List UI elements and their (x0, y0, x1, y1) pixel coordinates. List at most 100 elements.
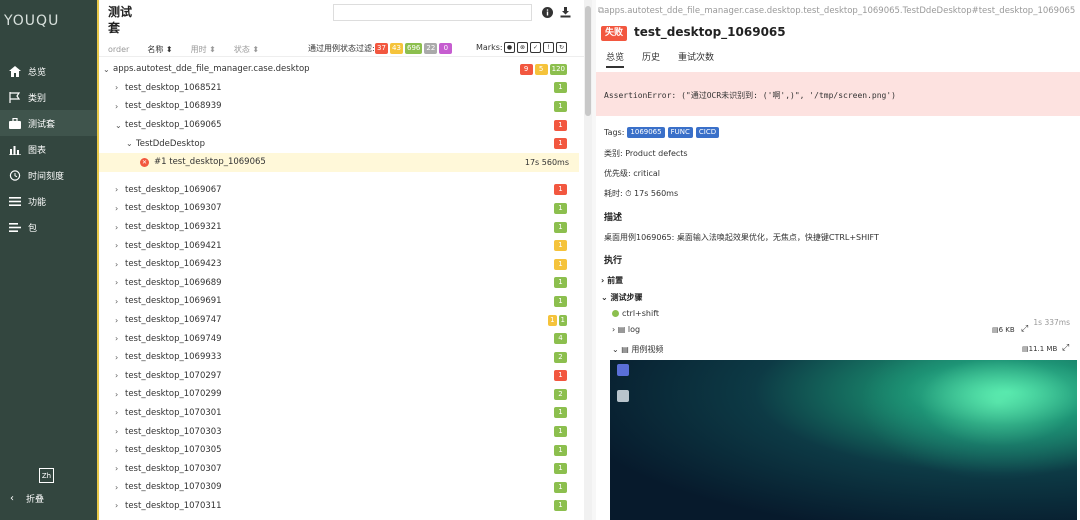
tree-row[interactable]: › test_desktop_1068939 1 (99, 97, 579, 116)
test-video-player[interactable] (610, 360, 1077, 520)
tree-class-row[interactable]: ⌄ TestDdeDesktop 1 (99, 134, 579, 153)
count-failed: 1 (554, 184, 567, 196)
tree-scrollbar[interactable] (584, 0, 592, 520)
trash-icon (617, 390, 629, 402)
tree-row[interactable]: › test_desktop_1070299 2 (99, 385, 579, 404)
sort-toggle-icon: ⬍ (252, 44, 260, 54)
sidebar-item-packages[interactable]: 包 (0, 214, 97, 240)
mark-flaky-icon[interactable]: ● (504, 42, 515, 53)
search-input[interactable] (333, 4, 532, 21)
attachment-size-value: 6 KB (998, 326, 1015, 334)
sidebar-item-suites[interactable]: 测试套 (0, 110, 97, 136)
steps-toggle[interactable]: ⌄ 测试步骤 (601, 292, 643, 303)
count-passed: 120 (549, 63, 567, 75)
tree-row[interactable]: › test_desktop_1069689 1 (99, 274, 579, 293)
file-icon: ▤ (1022, 345, 1029, 353)
mark-new-broken-icon[interactable]: ! (543, 42, 554, 53)
tree-row-label: test_desktop_1069691 (125, 296, 222, 307)
tree-row[interactable]: ⌄ test_desktop_1069065 1 (99, 116, 579, 135)
chevron-right-icon: › (115, 203, 119, 213)
mark-new-passed-icon[interactable]: ✓ (530, 42, 541, 53)
tree-row[interactable]: › test_desktop_1069933 2 (99, 348, 579, 367)
tree-row[interactable]: › test_desktop_1070303 1 (99, 422, 579, 441)
download-icon[interactable] (559, 6, 571, 18)
chevron-right-icon: › (115, 259, 119, 269)
file-icon: ▤ (617, 325, 628, 334)
tree-row[interactable]: › test_desktop_1070307 1 (99, 459, 579, 478)
tree-row-label: test_desktop_1068939 (125, 101, 222, 112)
sort-status[interactable]: 状态 ⬍ (234, 44, 259, 55)
mark-retries-icon[interactable]: ↻ (556, 42, 567, 53)
sidebar-item-graphs[interactable]: 图表 (0, 136, 97, 162)
filter-passed[interactable]: 696 (405, 43, 423, 54)
tree-row-label: test_desktop_1069933 (125, 352, 222, 363)
error-message: AssertionError: ("通过OCR未识别到: ('啊',)", '/… (596, 72, 1080, 116)
tree-row[interactable]: › test_desktop_1070297 1 (99, 367, 579, 386)
sidebar-item-timeline[interactable]: 时间刻度 (0, 162, 97, 188)
tree-row[interactable]: › test_desktop_1070309 1 (99, 478, 579, 497)
tree-row[interactable]: › test_desktop_1070311 1 (99, 497, 579, 516)
tab-history[interactable]: 历史 (642, 50, 660, 68)
breadcrumb: ⧉apps.autotest_dde_file_manager.case.des… (598, 6, 1078, 16)
attachment-log-row[interactable]: › ▤ log (612, 325, 640, 334)
sort-order[interactable]: order (108, 45, 129, 54)
testcase-duration: 17s 560ms (524, 157, 569, 167)
count-passed: 1 (554, 82, 567, 94)
setup-toggle[interactable]: › 前置 (601, 275, 623, 286)
mark-new-failed-icon[interactable]: ⊗ (517, 42, 528, 53)
briefcase-icon (8, 117, 22, 129)
row-counts: 1 (554, 481, 567, 493)
chevron-right-icon: › (115, 352, 119, 362)
sidebar-item-label: 功能 (28, 197, 47, 208)
tree-row[interactable]: › test_desktop_1069067 1 (99, 181, 579, 200)
status-badge: 失败 (601, 26, 628, 41)
tree-row[interactable]: › test_desktop_1069691 1 (99, 292, 579, 311)
scroll-thumb[interactable] (585, 6, 591, 116)
tree-root-row[interactable]: ⌄ apps.autotest_dde_file_manager.case.de… (99, 60, 579, 79)
row-counts: 11 (548, 314, 567, 326)
info-icon[interactable] (541, 6, 553, 18)
description-heading: 描述 (604, 213, 623, 223)
row-counts: 2 (554, 388, 567, 400)
sidebar-item-behaviors[interactable]: 功能 (0, 188, 97, 214)
chevron-right-icon: › (115, 445, 119, 455)
row-counts: 1 (554, 82, 567, 94)
sort-status-label: 状态 (233, 44, 250, 54)
home-icon (8, 65, 22, 77)
expand-icon[interactable]: ⤢ (1021, 324, 1028, 334)
filter-unknown[interactable]: 0 (439, 43, 453, 54)
sort-duration[interactable]: 用时 ⬍ (191, 44, 216, 55)
tab-overview[interactable]: 总览 (606, 50, 625, 68)
sort-name[interactable]: 名称 ⬍ (147, 44, 172, 55)
tree-row[interactable]: › test_desktop_1069321 1 (99, 218, 579, 237)
tree-row[interactable]: › test_desktop_1069421 1 (99, 236, 579, 255)
row-counts: 1 (554, 100, 567, 112)
count-passed: 1 (554, 407, 567, 419)
tree-testcase-row[interactable]: ✕ #1 test_desktop_1069065 17s 560ms (99, 152, 579, 172)
tab-retries[interactable]: 重试次数 (678, 50, 714, 68)
collapse-button[interactable]: ‹ 折叠 (10, 492, 44, 505)
expand-icon[interactable]: ⤢ (1062, 343, 1069, 353)
sidebar-item-overview[interactable]: 总览 (0, 58, 97, 84)
tree-row[interactable]: › test_desktop_1069747 1 1 (99, 311, 579, 330)
tag-badge: CICD (695, 127, 720, 138)
sidebar-item-categories[interactable]: 类别 (0, 84, 97, 110)
count-failed: 1 (554, 119, 567, 131)
step-row[interactable]: ctrl+shift (612, 309, 659, 318)
filter-broken[interactable]: 43 (390, 43, 403, 54)
bar-chart-icon (8, 143, 22, 155)
tree-row[interactable]: › test_desktop_1069749 4 (99, 329, 579, 348)
tree-row[interactable]: › test_desktop_1070305 1 (99, 441, 579, 460)
filter-skipped[interactable]: 22 (424, 43, 438, 54)
tree-row-label: test_desktop_1069689 (125, 277, 222, 288)
filter-failed[interactable]: 37 (375, 43, 388, 54)
row-counts: 1 (554, 463, 567, 475)
tree-row[interactable]: › test_desktop_1070301 1 (99, 404, 579, 423)
tree-row[interactable]: › test_desktop_1069423 1 (99, 255, 579, 274)
attachment-video-row[interactable]: ⌄ ▤ 用例视频 (612, 344, 663, 355)
tree-row[interactable]: › test_desktop_1068521 1 (99, 79, 579, 98)
desktop-app-icon (617, 364, 629, 376)
test-detail-panel: ⧉apps.autotest_dde_file_manager.case.des… (596, 0, 1080, 520)
tree-row[interactable]: › test_desktop_1069307 1 (99, 199, 579, 218)
language-toggle[interactable]: Zh (39, 468, 54, 483)
